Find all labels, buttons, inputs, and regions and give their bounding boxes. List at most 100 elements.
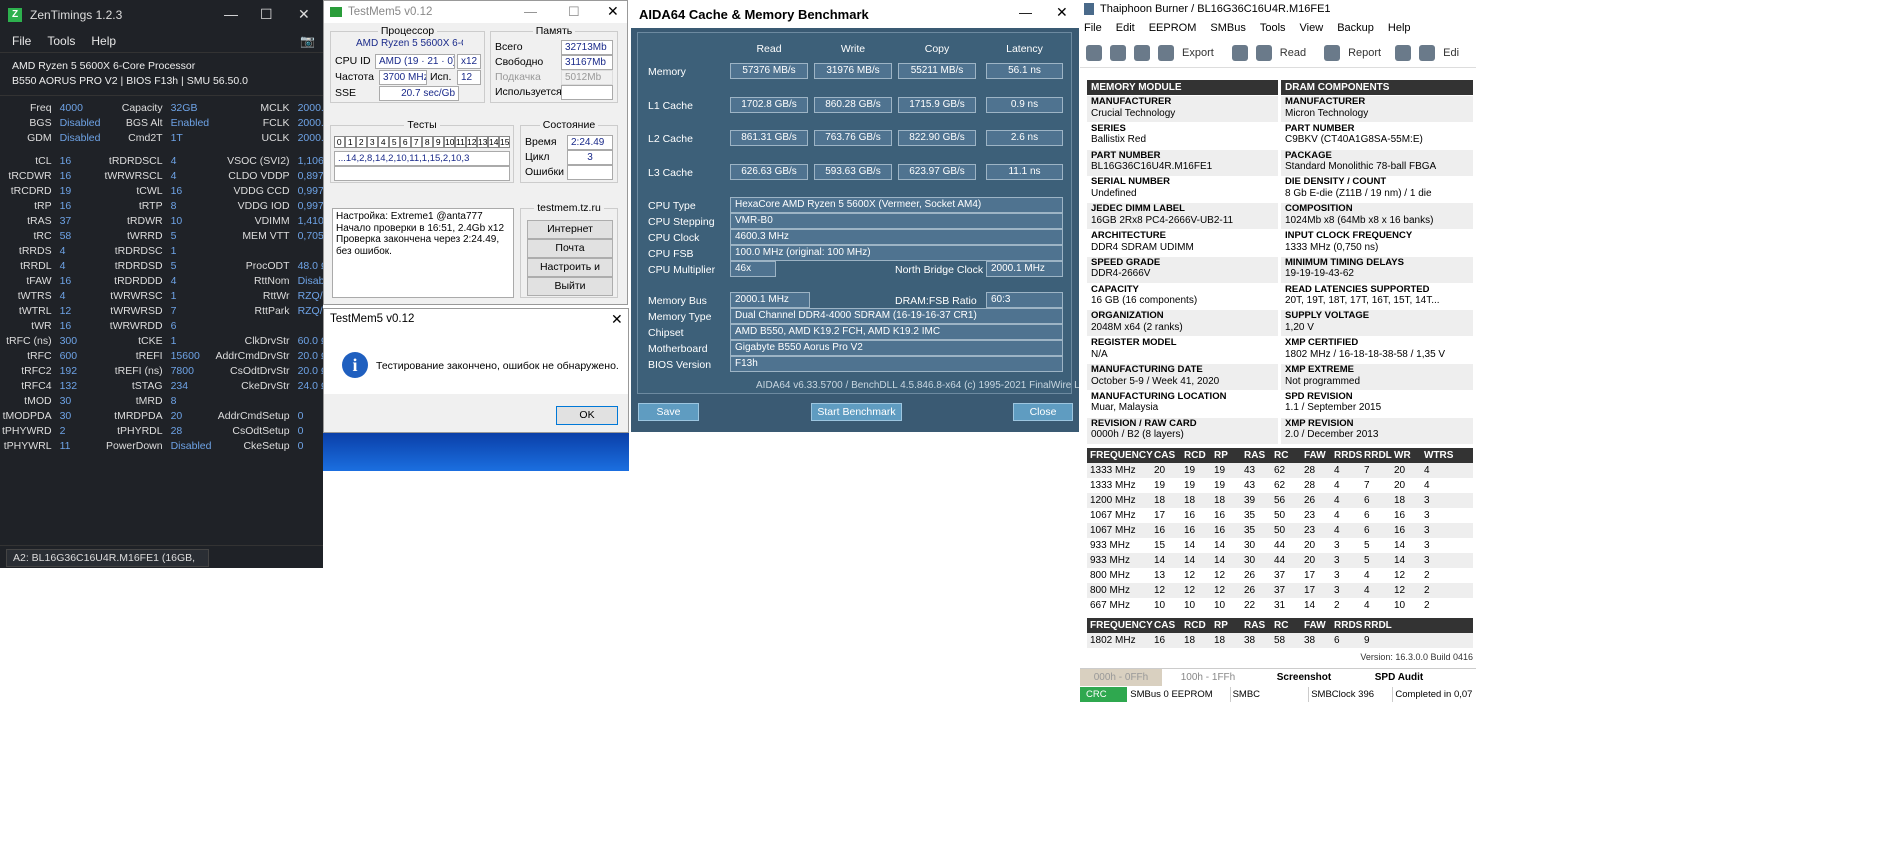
timing-label: GDM	[27, 131, 52, 144]
close-icon[interactable]: ✕	[298, 6, 310, 23]
wrench-icon[interactable]	[1395, 44, 1412, 61]
timing-row: tRRDL 4 tRDRDSD 5 ProcODT 48.0 Ω	[0, 258, 323, 273]
report-icon[interactable]	[1324, 44, 1341, 61]
save-icon[interactable]	[1134, 44, 1150, 61]
cpuid-label: CPU ID	[335, 55, 371, 67]
table-cell: 933 MHz	[1090, 555, 1131, 566]
tab-100h[interactable]: 100h - 1FFh	[1162, 669, 1254, 686]
column-header: CAS	[1154, 450, 1176, 461]
spd-field-label: XMP EXTREME	[1285, 364, 1354, 375]
spd-field-label: INPUT CLOCK FREQUENCY	[1285, 230, 1413, 241]
menu-tools[interactable]: Tools	[47, 34, 75, 48]
menu-file[interactable]: File	[1084, 22, 1102, 34]
freq-value: 3700 MHz	[379, 70, 427, 85]
export-icon[interactable]	[1158, 44, 1174, 61]
report-button[interactable]: Report	[1348, 47, 1381, 59]
minimize-icon[interactable]: —	[224, 6, 238, 22]
lock-icon[interactable]	[1231, 44, 1248, 61]
read-button[interactable]: Read	[1280, 47, 1306, 59]
spd-field: XMP EXTREME Not programmed	[1281, 364, 1473, 391]
site-link[interactable]: testmem.tz.ru	[534, 202, 604, 214]
edit-button[interactable]: Edi	[1443, 47, 1459, 59]
swap-label: Подкачка	[495, 71, 541, 83]
screenshot-button[interactable]: Screenshot	[1254, 669, 1354, 686]
setup-exit-button[interactable]: Настроить и выйти	[527, 258, 613, 290]
ok-button[interactable]: OK	[556, 406, 618, 425]
table-cell: 12	[1184, 585, 1196, 596]
close-button[interactable]: Close	[1013, 403, 1073, 421]
table-cell: 4	[1334, 465, 1340, 476]
spacer-row	[0, 145, 323, 153]
spd-audit-button[interactable]: SPD Audit	[1354, 669, 1444, 686]
timing-value: 20	[170, 409, 183, 422]
menu-eeprom[interactable]: EEPROM	[1149, 22, 1197, 34]
table-cell: 10	[1214, 600, 1226, 611]
menu-backup[interactable]: Backup	[1337, 22, 1374, 34]
log-line: Проверка закончена через 2:24.49,	[336, 234, 500, 245]
menu-file[interactable]: File	[12, 34, 31, 48]
table-cell: 19	[1154, 480, 1166, 491]
zentimings-title: ZenTimings 1.2.3	[30, 8, 123, 22]
zentimings-footer: A2: BL16G36C16U4R.M16FE1 (16GB, DR)▾	[0, 545, 323, 568]
timing-value: 600	[59, 349, 78, 362]
timing-label: ClkDrvStr	[244, 334, 290, 347]
internet-button[interactable]: Интернет	[527, 220, 613, 239]
menu-tools[interactable]: Tools	[1260, 22, 1286, 34]
mail-button[interactable]: Почта	[527, 239, 613, 258]
table-cell: 12	[1214, 585, 1226, 596]
spd-field-label: XMP REVISION	[1285, 417, 1354, 429]
table-cell: 1802 MHz	[1090, 635, 1136, 646]
close-icon[interactable]: ✕	[611, 311, 623, 328]
zentimings-menubar: File Tools Help 📷	[0, 30, 323, 52]
test-cell: 13	[477, 136, 488, 148]
log-line: без ошибок.	[336, 245, 392, 257]
table-cell: 17	[1304, 570, 1316, 581]
dimm-select[interactable]: A2: BL16G36C16U4R.M16FE1 (16GB, DR)▾	[6, 549, 209, 567]
thaiphoon-title: Thaiphoon Burner / BL16G36C16U4R.M16FE1	[1100, 3, 1331, 15]
gear-icon[interactable]	[1086, 44, 1102, 61]
menu-smbus[interactable]: SMBus	[1210, 22, 1245, 34]
benchmark-value: 2.6 ns	[986, 130, 1063, 146]
spd-field-value: 1.1 / September 2015	[1285, 402, 1382, 414]
edit-icon[interactable]	[1419, 44, 1436, 61]
log-box[interactable]: Настройка: Extreme1 @anta777 Начало пров…	[332, 208, 514, 298]
menu-help[interactable]: Help	[91, 34, 116, 48]
close-icon[interactable]: ✕	[607, 3, 619, 20]
maximize-icon[interactable]: ☐	[568, 4, 580, 20]
tab-000h[interactable]: 000h - 0FFh	[1080, 669, 1162, 686]
timing-label	[213, 243, 291, 258]
column-header: WTRS	[1424, 450, 1454, 461]
timing-value: Disabled	[59, 116, 101, 129]
cpu-fsb-value: 100.0 MHz (original: 100 MHz)	[730, 245, 1063, 261]
memory-type-value: Dual Channel DDR4-4000 SDRAM (16-19-16-3…	[730, 308, 1063, 324]
spd-field-value: C9BKV (CT40A1G8SA-55M:E)	[1285, 134, 1423, 146]
menu-help[interactable]: Help	[1388, 22, 1411, 34]
timing-label: tWRRD	[127, 229, 163, 242]
read-icon[interactable]	[1255, 44, 1272, 61]
menu-view[interactable]: View	[1300, 22, 1324, 34]
table-cell: 3	[1424, 555, 1430, 566]
minimize-icon[interactable]: —	[1019, 5, 1032, 20]
open-icon[interactable]	[1110, 44, 1126, 61]
test-cell: 11	[455, 136, 466, 148]
benchmark-value: 861.31 GB/s	[730, 130, 808, 146]
spd-field-label: REVISION / RAW CARD	[1091, 417, 1197, 429]
maximize-icon[interactable]: ☐	[260, 6, 273, 23]
memory-group-title: Память	[532, 25, 576, 37]
start-benchmark-button[interactable]: Start Benchmark	[811, 403, 902, 421]
column-header: RP	[1214, 450, 1228, 461]
timing-value: 4	[59, 259, 66, 272]
timing-row: tWR 16 tWRWRDD 6	[0, 318, 323, 333]
timing-label: MEM VTT	[242, 229, 290, 242]
spd-field: MANUFACTURING LOCATION Muar, Malaysia	[1087, 390, 1278, 418]
save-button[interactable]: Save	[638, 403, 699, 421]
spd-field-label: SUPPLY VOLTAGE	[1285, 310, 1370, 322]
minimize-icon[interactable]: —	[524, 4, 537, 19]
camera-icon[interactable]: 📷	[300, 34, 315, 48]
timing-label: tRFC2	[21, 364, 52, 377]
menu-edit[interactable]: Edit	[1116, 22, 1135, 34]
close-icon[interactable]: ✕	[1056, 4, 1068, 21]
exit-button[interactable]: Выйти	[527, 277, 613, 296]
export-button[interactable]: Export	[1182, 47, 1214, 59]
cpu-multiplier-value: 46x	[730, 261, 776, 277]
